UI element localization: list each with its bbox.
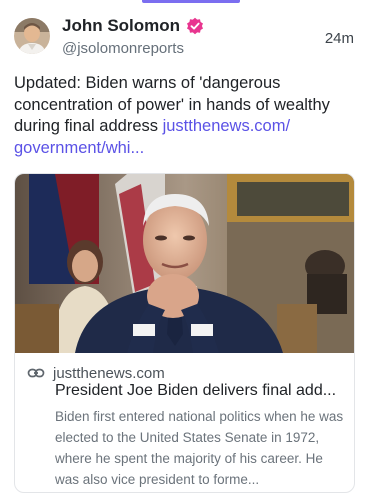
link-preview-card[interactable]: justthenews.com President Joe Biden deli…: [14, 173, 355, 493]
post-header: John Solomon @jsolomonreports 24m: [14, 14, 354, 62]
post-body: Updated: Biden warns of 'dangerous conce…: [14, 73, 354, 159]
active-tab-indicator: [142, 0, 240, 3]
avatar[interactable]: [14, 18, 50, 54]
link-icon: [27, 364, 45, 382]
post-timestamp: 24m: [324, 30, 354, 47]
link-preview-image[interactable]: [15, 174, 354, 353]
author-handle[interactable]: @jsolomonreports: [62, 40, 184, 57]
link-description: Biden first entered national politics wh…: [55, 409, 344, 487]
author-name[interactable]: John Solomon: [62, 16, 180, 36]
link-title[interactable]: President Joe Biden delivers final add..…: [55, 382, 347, 400]
link-domain: justthenews.com: [53, 364, 165, 382]
verified-badge-icon: [186, 17, 204, 35]
